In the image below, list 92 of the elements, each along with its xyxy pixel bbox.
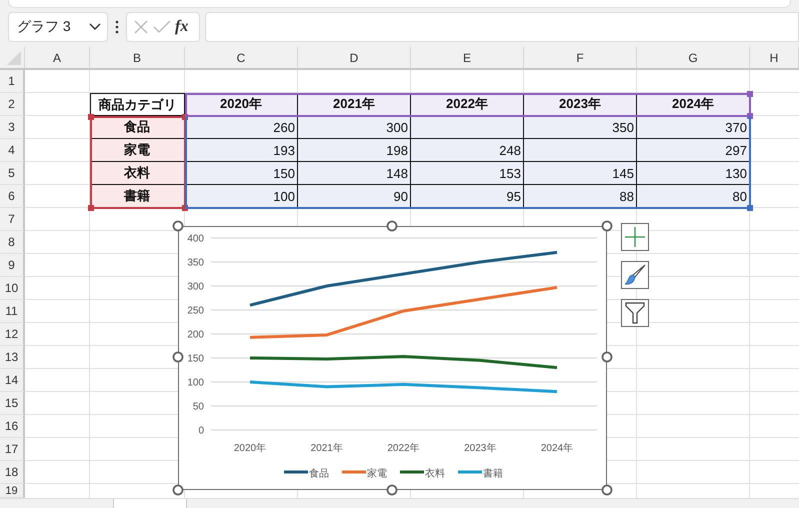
axis-label: 400 [187,234,204,244]
column-header[interactable]: D [298,47,411,68]
resize-handle[interactable] [601,220,613,232]
row-header[interactable]: 19 [0,484,25,498]
resize-handle[interactable] [172,220,184,232]
column-header[interactable]: C [185,47,298,68]
row-header[interactable]: 2 [0,93,25,116]
row-header[interactable]: 6 [0,185,25,208]
table-cell: 家電 [90,139,185,162]
funnel-icon [624,301,646,325]
row-header[interactable]: 1 [0,70,25,93]
column-header[interactable]: B [90,47,185,68]
resize-handle[interactable] [172,484,184,496]
chart-styles-button[interactable] [621,261,649,289]
row-header[interactable]: 14 [0,369,25,392]
legend-line [400,470,424,474]
row-header[interactable]: 18 [0,461,25,484]
row-header[interactable]: 10 [0,277,25,300]
row-header[interactable]: 15 [0,392,25,415]
column-header[interactable]: G [637,47,750,68]
resize-handle[interactable] [172,351,184,363]
name-box[interactable]: グラフ 3 [8,12,108,42]
row-header[interactable]: 4 [0,139,25,162]
legend-label: 衣料 [425,468,445,480]
resize-handle[interactable] [386,484,398,496]
insert-function-button[interactable]: fx [175,18,188,36]
row-header[interactable]: 7 [0,208,25,231]
axis-label: 2023年 [464,443,496,454]
table-cell: 80 [637,185,750,208]
row-header[interactable]: 9 [0,254,25,277]
axis-label: 200 [187,330,204,340]
table-cell: 88 [524,185,637,208]
row-header[interactable]: 12 [0,323,25,346]
table-cell: 370 [637,116,750,139]
axis-label: 2020年 [234,443,266,454]
axis-label: 300 [187,282,204,292]
table-cell: 193 [185,139,298,162]
column-header[interactable]: E [411,47,524,68]
table-cell: 300 [298,116,411,139]
axis-label: 2024年 [540,443,574,454]
formula-input[interactable] [205,12,799,42]
table-cell: 248 [411,139,524,162]
table-cell: 297 [637,139,750,162]
axis-label: 350 [187,258,204,268]
axis-label: 2022年 [387,443,420,454]
legend-label: 書籍 [483,468,503,480]
row-header[interactable]: 11 [0,300,25,323]
column-header[interactable]: A [25,47,90,68]
axis-label: 250 [187,306,204,316]
row-header[interactable]: 8 [0,231,25,254]
legend-line [342,470,366,474]
axis-label: 2021年 [310,443,343,454]
table-cell: 153 [411,162,524,185]
table-cell: 148 [298,162,411,185]
table-cell: 198 [298,139,411,162]
row-header[interactable]: 16 [0,415,25,438]
row-header[interactable]: 5 [0,162,25,185]
legend-label: 食品 [309,468,329,480]
table-cell: 95 [411,185,524,208]
more-icon[interactable] [115,20,119,34]
table-cell: 350 [524,116,637,139]
row-header[interactable]: 3 [0,116,25,139]
chevron-down-icon [89,23,101,31]
table-cell: 90 [298,185,411,208]
resize-handle[interactable] [386,220,398,232]
table-cell: 260 [185,116,298,139]
line-chart[interactable]: 0 50 100 150 200 250 300 350 400 2020年 2021年 2022年 2023年 2024年 食品 家電 衣料 書籍 [178,226,607,490]
table-cell: 商品カテゴリ [90,93,185,116]
row-header[interactable]: 13 [0,346,25,369]
chart-elements-button[interactable] [621,223,649,251]
axis-label: 50 [192,402,204,412]
legend-line [284,470,308,474]
plus-icon [624,226,646,248]
axis-label: 0 [198,426,204,436]
axis-label: 100 [187,378,204,388]
resize-handle[interactable] [601,484,613,496]
legend-label: 家電 [367,468,387,480]
column-header[interactable]: H [750,47,799,68]
paintbrush-icon [624,264,646,286]
axis-label: 150 [187,354,204,364]
table-cell: 書籍 [90,185,185,208]
chart-filters-button[interactable] [621,299,649,327]
legend-line [458,470,482,474]
resize-handle[interactable] [601,351,613,363]
table-cell: 100 [185,185,298,208]
table-cell: 130 [637,162,750,185]
column-header[interactable]: F [524,47,637,68]
row-header[interactable]: 17 [0,438,25,461]
table-cell: 衣料 [90,162,185,185]
table-cell: 150 [185,162,298,185]
table-cell: 145 [524,162,637,185]
check-icon[interactable] [153,20,171,34]
